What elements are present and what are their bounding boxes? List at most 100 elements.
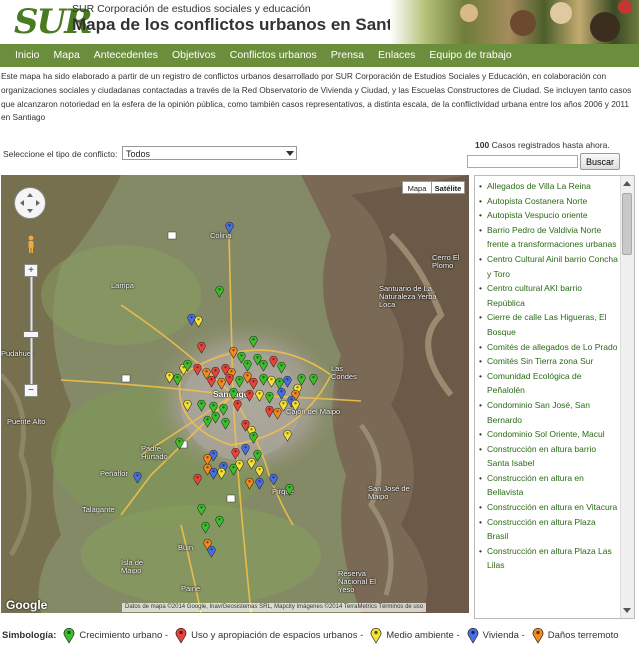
conflict-type-select[interactable]: Todos bbox=[122, 146, 297, 160]
case-count-number: 100 bbox=[475, 140, 490, 150]
place-label: Santuario de La Naturaleza Yerba Loca bbox=[379, 284, 437, 309]
case-list-item[interactable]: Construcción en altura en Vitacura bbox=[479, 500, 619, 515]
green-marker-icon[interactable] bbox=[265, 391, 274, 404]
nav-enlaces[interactable]: Enlaces bbox=[371, 44, 422, 67]
place-label: Padre Hurtado bbox=[141, 444, 168, 461]
case-list-item[interactable]: Centro cultural AKI barrio República bbox=[479, 281, 619, 310]
case-list-item[interactable]: Barrio Pedro de Valdivia Norte frente a … bbox=[479, 223, 619, 252]
red-marker-icon[interactable] bbox=[233, 399, 242, 412]
nav-equipo-de-trabajo[interactable]: Equipo de trabajo bbox=[422, 44, 518, 67]
place-label: Puente Alto bbox=[7, 417, 46, 426]
green-marker-icon[interactable] bbox=[249, 335, 258, 348]
green-marker-icon[interactable] bbox=[175, 437, 184, 450]
blue-marker-icon[interactable] bbox=[255, 477, 264, 490]
nav-objetivos[interactable]: Objetivos bbox=[165, 44, 223, 67]
orange-marker-icon[interactable] bbox=[245, 477, 254, 490]
green-marker-icon[interactable] bbox=[259, 359, 268, 372]
nav-antecedentes[interactable]: Antecedentes bbox=[87, 44, 165, 67]
nav-mapa[interactable]: Mapa bbox=[47, 44, 87, 67]
green-marker-icon[interactable] bbox=[211, 411, 220, 424]
green-marker-icon[interactable] bbox=[253, 449, 262, 462]
legend-item-label: Daños terremoto bbox=[547, 629, 619, 641]
green-marker-icon[interactable] bbox=[221, 417, 230, 430]
conflict-map[interactable]: Colina Lampa Cerro El Plomo Santuario de… bbox=[1, 175, 469, 613]
case-list-item[interactable]: Condominio San José, San Bernardo bbox=[479, 398, 619, 427]
street-view-pegman-icon[interactable] bbox=[27, 235, 35, 253]
green-marker-icon[interactable] bbox=[285, 483, 294, 496]
green-marker-icon[interactable] bbox=[215, 515, 224, 528]
map-type-satellite-button[interactable]: Satélite bbox=[431, 181, 465, 194]
nav-prensa[interactable]: Prensa bbox=[324, 44, 371, 67]
legend-item-crecimiento: Crecimiento urbano - bbox=[59, 627, 168, 644]
yellow-marker-icon[interactable] bbox=[291, 399, 300, 412]
pan-control[interactable] bbox=[14, 187, 46, 219]
place-label: Peñaflor bbox=[100, 469, 128, 478]
red-marker-icon[interactable] bbox=[197, 341, 206, 354]
red-marker-icon[interactable] bbox=[193, 473, 202, 486]
case-list-item[interactable]: Comités Sin Tierra zona Sur bbox=[479, 354, 619, 369]
case-list-item[interactable]: Construcción en altura Plaza Brasil bbox=[479, 515, 619, 544]
red-marker-icon bbox=[175, 627, 187, 644]
case-list-item[interactable]: Cierre de calle Las Higueras, El Bosque bbox=[479, 310, 619, 339]
google-logo: Google bbox=[6, 598, 48, 612]
place-label: Lampa bbox=[111, 281, 134, 290]
yellow-marker-icon[interactable] bbox=[194, 315, 203, 328]
yellow-marker-icon[interactable] bbox=[183, 399, 192, 412]
blue-marker-icon[interactable] bbox=[207, 545, 216, 558]
search-input[interactable] bbox=[467, 155, 578, 168]
red-marker-icon[interactable] bbox=[207, 375, 216, 388]
green-marker-icon[interactable] bbox=[249, 431, 258, 444]
green-marker-icon[interactable] bbox=[201, 521, 210, 534]
blue-marker-icon[interactable] bbox=[241, 443, 250, 456]
legend-item-label: Vivienda - bbox=[482, 629, 525, 641]
case-list-item[interactable]: Construcción en altura barrio Santa Isab… bbox=[479, 442, 619, 471]
case-list-item[interactable]: Condominio Sol Oriente, Macul bbox=[479, 427, 619, 442]
search-button[interactable]: Buscar bbox=[580, 153, 620, 170]
case-list-panel[interactable]: Allegados de Villa La ReinaAutopista Cos… bbox=[474, 175, 635, 619]
yellow-marker-icon[interactable] bbox=[255, 465, 264, 478]
zoom-in-button[interactable]: + bbox=[24, 264, 38, 277]
red-marker-icon[interactable] bbox=[245, 389, 254, 402]
zoom-out-button[interactable]: − bbox=[24, 384, 38, 397]
scroll-thumb[interactable] bbox=[622, 193, 632, 255]
red-marker-icon[interactable] bbox=[193, 363, 202, 376]
scroll-up-arrow-icon[interactable] bbox=[623, 181, 631, 186]
case-list-item[interactable]: Allegados de Villa La Reina bbox=[479, 179, 619, 194]
scroll-down-arrow-icon[interactable] bbox=[623, 608, 631, 613]
green-marker-icon[interactable] bbox=[215, 285, 224, 298]
green-marker-icon[interactable] bbox=[203, 415, 212, 428]
scrollbar[interactable] bbox=[620, 176, 634, 618]
yellow-marker-icon[interactable] bbox=[255, 389, 264, 402]
yellow-marker-icon[interactable] bbox=[235, 459, 244, 472]
blue-marker-icon[interactable] bbox=[133, 471, 142, 484]
case-list-item[interactable]: Comunidad Ecológica de Peñalolén bbox=[479, 369, 619, 398]
case-list-item[interactable]: Autopista Costanera Norte bbox=[479, 194, 619, 209]
green-marker-icon[interactable] bbox=[173, 373, 182, 386]
yellow-marker-icon[interactable] bbox=[283, 429, 292, 442]
map-attribution[interactable]: Datos de mapa ©2014 Google, Inav/Geosist… bbox=[122, 603, 427, 612]
case-list-item[interactable]: Centro Cultural Ainil barrio Concha y To… bbox=[479, 252, 619, 281]
nav-inicio[interactable]: Inicio bbox=[0, 44, 47, 67]
green-marker-icon[interactable] bbox=[309, 373, 318, 386]
green-marker-icon[interactable] bbox=[277, 361, 286, 374]
green-marker-icon[interactable] bbox=[197, 503, 206, 516]
yellow-marker-icon[interactable] bbox=[217, 467, 226, 480]
blue-marker-icon[interactable] bbox=[269, 473, 278, 486]
zoom-slider-thumb[interactable] bbox=[23, 331, 39, 338]
place-label: Reserva Nacional El Yeso bbox=[338, 569, 376, 594]
case-list: Allegados de Villa La ReinaAutopista Cos… bbox=[475, 176, 619, 573]
green-marker-icon[interactable] bbox=[197, 399, 206, 412]
legend-label: Simbología: bbox=[2, 629, 57, 641]
green-marker-icon[interactable] bbox=[219, 403, 228, 416]
case-list-item[interactable]: Comités de allegados de Lo Prado bbox=[479, 340, 619, 355]
blue-marker-icon[interactable] bbox=[225, 221, 234, 234]
case-list-item[interactable]: Construcción en altura Plaza Las Lilas bbox=[479, 544, 619, 573]
case-list-item[interactable]: Autopista Vespucio oriente bbox=[479, 208, 619, 223]
orange-marker-icon[interactable] bbox=[273, 407, 282, 420]
nav-conflictos-urbanos[interactable]: Conflictos urbanos bbox=[223, 44, 324, 67]
red-marker-icon[interactable] bbox=[225, 373, 234, 386]
map-type-map-button[interactable]: Mapa bbox=[402, 181, 432, 194]
green-marker-icon[interactable] bbox=[183, 359, 192, 372]
green-marker-icon bbox=[64, 627, 75, 644]
case-list-item[interactable]: Construcción en altura en Bellavista bbox=[479, 471, 619, 500]
